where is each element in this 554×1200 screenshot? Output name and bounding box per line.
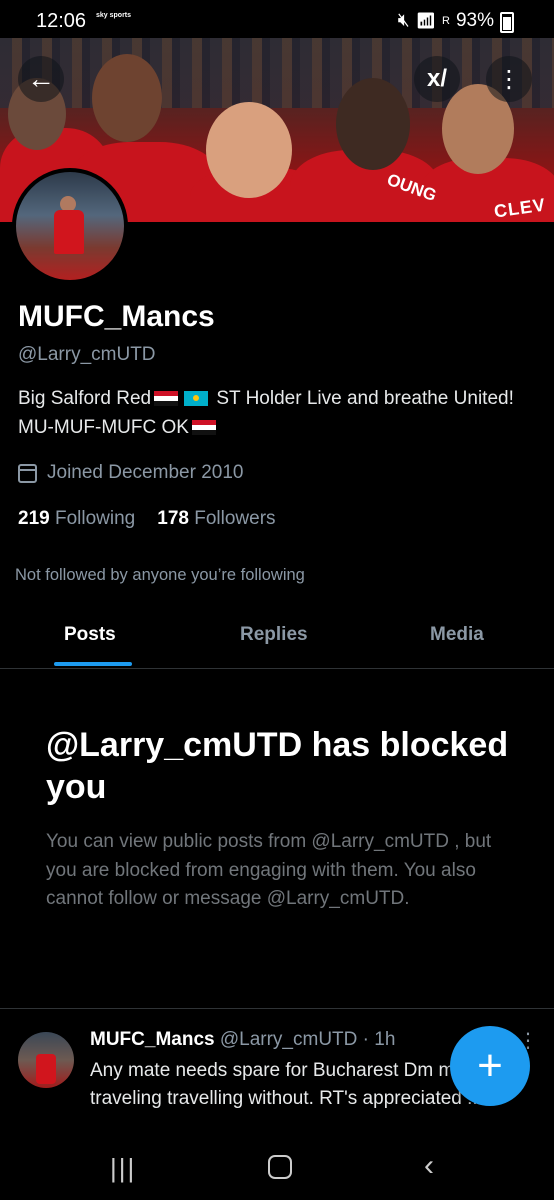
signal-label: R [442,15,450,27]
tab-posts[interactable]: Posts [64,624,116,646]
post-meta: @Larry_cmUTD · 1h [214,1029,396,1050]
profile-bio: Big Salford Red ST Holder Live and breat… [18,384,528,442]
wifi-icon: 📶︎ [415,13,437,30]
home-icon[interactable] [268,1155,292,1179]
following-label: Following [54,508,136,529]
back-chevron-icon[interactable]: ‹ [424,1149,434,1183]
joined-text: Joined December 2010 [47,462,244,483]
avatar-person-shirt [54,210,84,254]
active-tab-indicator [54,662,132,666]
bio-text: Big Salford Red [18,388,152,409]
status-time: 12:06 [36,10,87,32]
followers-count: 178 [157,508,189,529]
more-options-button[interactable]: ⋮ [486,56,532,102]
profile-avatar[interactable] [12,168,128,284]
follow-stats: 219 Following 178 Followers [18,508,276,530]
mute-icon: 🔇︎ [397,10,410,31]
banner-player-head [92,54,162,142]
tab-media[interactable]: Media [430,624,484,646]
followers-link[interactable]: 178 Followers [157,508,275,530]
calendar-icon [18,463,37,483]
back-button[interactable]: ← [18,56,64,102]
blocked-description: You can view public posts from @Larry_cm… [46,831,492,909]
grok-button[interactable]: x/ [414,56,460,102]
blocked-title: @Larry_cmUTD has blocked you [46,726,509,806]
profile-name: MUFC_Mancs [18,300,215,333]
following-link[interactable]: 219 Following [18,508,135,530]
status-icons: 🔇︎ 📶︎ R 93% [397,10,514,33]
not-followed-notice: Not followed by anyone you’re following [15,566,305,584]
battery-percent: 93% [455,10,494,31]
egypt-flag-icon [154,391,179,406]
following-count: 219 [18,508,50,529]
banner-player-head [206,102,292,198]
system-navigation-bar: ||| ‹ [0,1131,554,1200]
grok-icon: x/ [426,65,447,92]
battery-icon [500,11,514,33]
profile-tabs: Posts Replies Media [0,614,554,669]
post-author-name[interactable]: MUFC_Mancs [90,1029,215,1050]
egypt-flag-icon [191,420,216,435]
compose-post-button[interactable]: + [450,1026,530,1106]
post-avatar-shirt [36,1054,56,1084]
kazakhstan-flag-icon [184,391,209,406]
divider [0,1008,554,1009]
post-header: MUFC_Mancs @Larry_cmUTD · 1h [90,1029,395,1051]
banner-player-head [336,78,410,170]
profile-handle: @Larry_cmUTD [18,344,156,365]
sky-sports-notification-icon: sky sports [96,12,132,19]
more-vertical-icon: ⋮ [497,65,521,93]
post-avatar[interactable] [18,1032,74,1088]
tab-replies[interactable]: Replies [240,624,308,646]
plus-icon: + [477,1041,503,1090]
status-bar: 12:06 sky sports 🔇︎ 📶︎ R 93% [0,0,554,38]
joined-date: Joined December 2010 [18,462,243,484]
arrow-left-icon: ← [27,63,55,94]
followers-label: Followers [194,508,276,529]
recent-apps-icon[interactable]: ||| [110,1153,136,1184]
